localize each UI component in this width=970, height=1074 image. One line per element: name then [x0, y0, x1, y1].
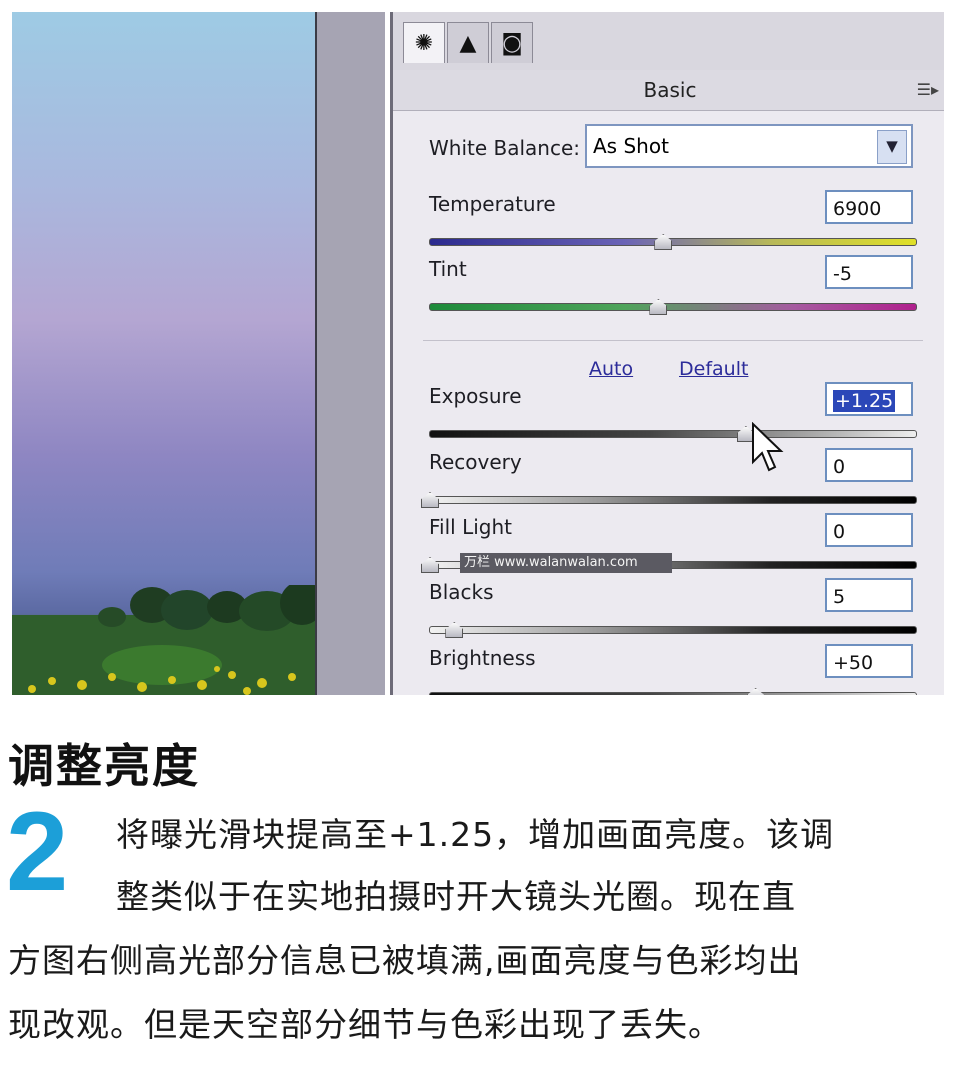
slider-track[interactable] — [429, 238, 917, 246]
slider-value-field[interactable]: 0 — [825, 513, 913, 547]
auto-link[interactable]: Auto — [589, 358, 633, 380]
section-title: Basic — [393, 70, 944, 111]
slider-thumb[interactable] — [421, 492, 439, 508]
paragraph-line-1: 将曝光滑块提高至+1.25，增加画面亮度。该调 — [116, 815, 835, 854]
paragraph-line-3: 方图右侧高光部分信息已被填满,画面亮度与色彩均出 — [8, 941, 802, 980]
slider-track[interactable] — [429, 626, 917, 634]
camera-raw-panel: ✺ ▲ ◙ Basic ☰▸ White Balance: As Shot ▼ … — [390, 12, 944, 695]
slider-value: 0 — [833, 456, 846, 478]
white-balance-label: White Balance: — [429, 136, 581, 160]
mountain-icon[interactable]: ▲ — [447, 22, 489, 63]
slider-label: Fill Light — [429, 515, 512, 539]
article-heading: 调整亮度 — [8, 739, 200, 793]
slider-track[interactable] — [429, 496, 917, 504]
slider-thumb[interactable] — [445, 622, 464, 638]
aperture-icon[interactable]: ✺ — [403, 22, 445, 63]
slider-label: Exposure — [429, 384, 522, 408]
chevron-down-icon[interactable]: ▼ — [877, 130, 907, 164]
white-balance-value: As Shot — [593, 134, 669, 158]
slider-value-field[interactable]: 5 — [825, 578, 913, 612]
slider-thumb[interactable] — [654, 234, 673, 250]
slider-value: -5 — [833, 263, 852, 285]
slider-label: Brightness — [429, 646, 536, 670]
panel-divider — [315, 12, 385, 695]
slider-value: 5 — [833, 586, 846, 608]
paragraph-line-4: 现改观。但是天空部分细节与色彩出现了丢失。 — [8, 1005, 722, 1044]
slider-label: Blacks — [429, 580, 494, 604]
slider-track[interactable] — [429, 692, 917, 695]
slider-value: 0 — [833, 521, 846, 543]
slider-label: Tint — [429, 257, 467, 281]
slider-value: +1.25 — [833, 390, 896, 412]
screenshot-area: ✺ ▲ ◙ Basic ☰▸ White Balance: As Shot ▼ … — [12, 12, 944, 695]
tree-line-image — [12, 585, 315, 695]
camera-icon[interactable]: ◙ — [491, 22, 533, 63]
panel-menu-icon[interactable]: ☰▸ — [917, 70, 939, 110]
slider-thumb[interactable] — [421, 557, 439, 573]
default-link[interactable]: Default — [679, 358, 748, 380]
panel-tab-bar: ✺ ▲ ◙ — [393, 12, 944, 71]
step-number: 2 — [6, 789, 69, 914]
paragraph-line-2: 整类似于在实地拍摄时开大镜头光圈。现在直 — [116, 877, 796, 916]
mouse-cursor-icon — [752, 422, 784, 472]
slider-label: Recovery — [429, 450, 522, 474]
photo-preview — [12, 12, 315, 695]
section-separator — [423, 340, 923, 341]
slider-value-field[interactable]: +50 — [825, 644, 913, 678]
slider-thumb[interactable] — [649, 299, 668, 315]
slider-value: 6900 — [833, 198, 882, 220]
slider-value: +50 — [833, 652, 874, 674]
slider-value-field[interactable]: +1.25 — [825, 382, 913, 416]
slider-value-field[interactable]: 0 — [825, 448, 913, 482]
slider-label: Temperature — [429, 192, 556, 216]
slider-value-field[interactable]: -5 — [825, 255, 913, 289]
slider-value-field[interactable]: 6900 — [825, 190, 913, 224]
slider-track[interactable] — [429, 430, 917, 438]
slider-track[interactable] — [429, 303, 917, 311]
white-balance-select[interactable]: As Shot ▼ — [585, 124, 913, 168]
watermark: 万栏 www.walanwalan.com — [460, 553, 672, 573]
